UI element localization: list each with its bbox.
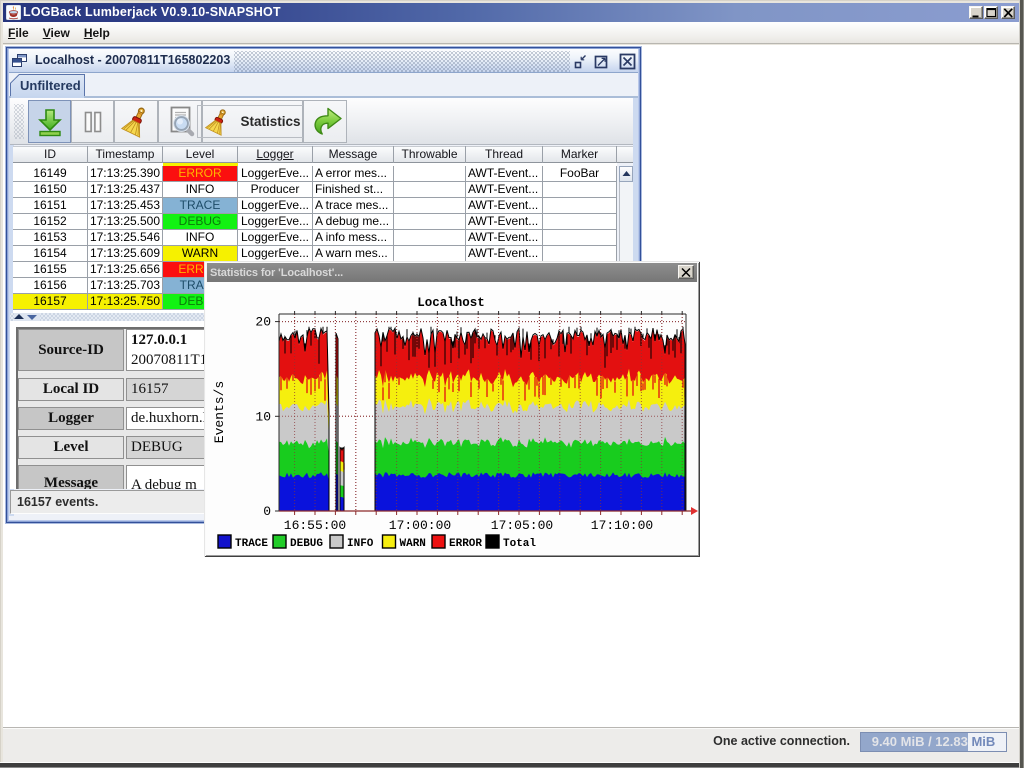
svg-text:INFO: INFO bbox=[347, 538, 374, 550]
svg-text:TRACE: TRACE bbox=[235, 538, 268, 550]
svg-text:Localhost: Localhost bbox=[417, 296, 485, 310]
svg-text:0: 0 bbox=[263, 504, 271, 519]
svg-text:16:55:00: 16:55:00 bbox=[284, 518, 346, 533]
svg-text:17:05:00: 17:05:00 bbox=[491, 518, 553, 533]
svg-text:17:00:00: 17:00:00 bbox=[389, 518, 451, 533]
svg-text:ERROR: ERROR bbox=[449, 538, 482, 550]
svg-text:WARN: WARN bbox=[400, 538, 426, 550]
svg-text:17:10:00: 17:10:00 bbox=[591, 518, 653, 533]
svg-text:Events/s: Events/s bbox=[212, 381, 227, 443]
svg-text:10: 10 bbox=[255, 409, 271, 424]
svg-text:20: 20 bbox=[255, 315, 271, 330]
svg-text:DEBUG: DEBUG bbox=[290, 538, 323, 550]
svg-text:Total: Total bbox=[503, 538, 536, 550]
